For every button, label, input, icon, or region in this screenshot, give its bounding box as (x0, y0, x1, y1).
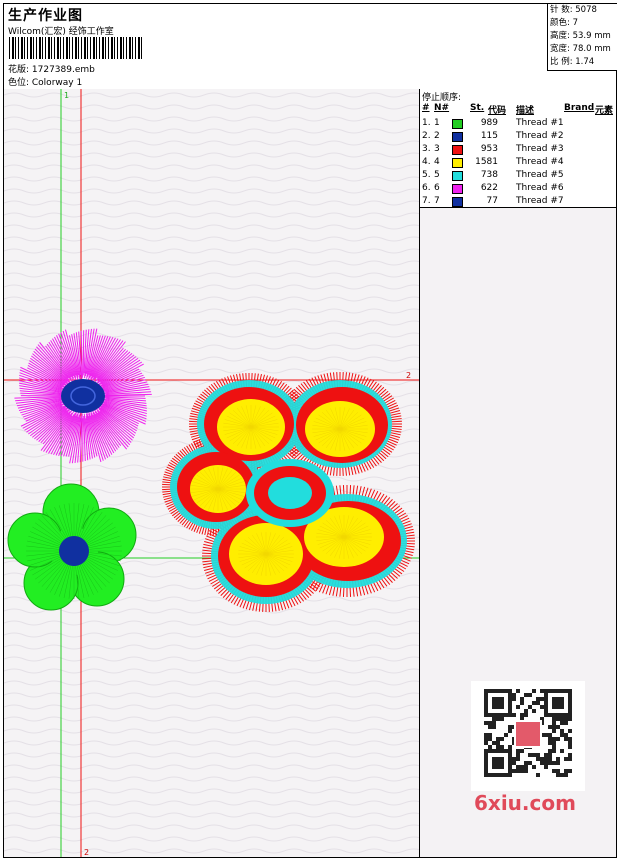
stop-number: 2 (434, 131, 440, 141)
thread-description: Thread #4 (516, 157, 564, 167)
marker-v1: 1 (64, 91, 69, 100)
col-n: N# (434, 103, 450, 113)
design-file: 花版: 1727389.emb (8, 65, 95, 75)
stop-row: 7. 7 77 Thread #7 (420, 195, 616, 208)
marker-h2: 2 (406, 371, 411, 380)
stop-number: 3 (434, 144, 440, 154)
col-code: 代码 (488, 106, 507, 116)
qr-code (471, 681, 585, 791)
thread-color-swatch (452, 145, 463, 155)
stop-row: 6. 6 622 Thread #6 (420, 182, 616, 195)
stat-height: 高度: 53.9 mm (550, 31, 611, 41)
marker-v2: 2 (84, 848, 89, 857)
thread-description: Thread #1 (516, 118, 564, 128)
watermark: 6xiu.com (474, 791, 576, 815)
stop-table-header: # N# St. 代码 描述 Brand 元素 (420, 103, 616, 116)
stop-row: 4. 4 1581 Thread #4 (420, 156, 616, 169)
sheet-header: 生产作业图 Wilcom(汇宏) 经饰工作室 花版: 1727389.emb 色… (4, 4, 617, 90)
stat-stitches: 针 数: 5078 (550, 5, 597, 15)
stop-index: 7. (422, 196, 431, 206)
production-sheet: 生产作业图 Wilcom(汇宏) 经饰工作室 花版: 1727389.emb 色… (3, 3, 617, 858)
sheet-title: 生产作业图 (8, 8, 83, 24)
col-st: St. (470, 103, 485, 113)
thread-code: 989 (480, 118, 498, 128)
col-hash: # (422, 103, 430, 113)
thread-color-swatch (452, 184, 463, 194)
col-brand: Brand (564, 103, 595, 113)
thread-color-swatch (452, 197, 463, 207)
thread-description: Thread #6 (516, 183, 564, 193)
large-flower-center (268, 477, 312, 509)
col-desc: 描述 (516, 106, 535, 116)
thread-code: 953 (480, 144, 498, 154)
thread-description: Thread #3 (516, 144, 564, 154)
thread-code: 622 (480, 183, 498, 193)
embroidery-preview: 1 2 2 (4, 89, 419, 857)
sunburst-center (61, 379, 105, 413)
thread-color-swatch (452, 171, 463, 181)
thread-code: 115 (480, 131, 498, 141)
thread-description: Thread #5 (516, 170, 564, 180)
thread-code: 77 (486, 196, 498, 206)
col-element: 元素 (595, 106, 614, 116)
thread-color-swatch (452, 158, 463, 168)
thread-code: 1581 (475, 157, 498, 167)
design-stats: 针 数: 5078 颜色: 7 高度: 53.9 mm 宽度: 78.0 mm … (547, 4, 617, 71)
stop-index: 5. (422, 170, 431, 180)
stop-row: 1. 1 989 Thread #1 (420, 117, 616, 130)
stop-row: 5. 5 738 Thread #5 (420, 169, 616, 182)
stop-index: 3. (422, 144, 431, 154)
stop-index: 1. (422, 118, 431, 128)
design-canvas: 1 2 2 (4, 89, 420, 857)
stat-scale: 比 例: 1.74 (550, 57, 595, 67)
colorway: 色位: Colorway 1 (8, 78, 83, 88)
stop-row: 3. 3 953 Thread #3 (420, 143, 616, 156)
stop-number: 7 (434, 196, 440, 206)
stop-index: 4. (422, 157, 431, 167)
stop-number: 6 (434, 183, 440, 193)
stat-colors: 颜色: 7 (550, 18, 578, 28)
stat-width: 宽度: 78.0 mm (550, 44, 611, 54)
stop-number: 1 (434, 118, 440, 128)
thread-color-swatch (452, 119, 463, 129)
green-flower-center (59, 536, 89, 566)
studio-name: Wilcom(汇宏) 经饰工作室 (8, 27, 114, 37)
stop-number: 5 (434, 170, 440, 180)
stop-sequence-title: 停止顺序: (422, 93, 462, 103)
stop-sequence-panel: 停止顺序: # N# St. 代码 描述 Brand 元素 1. 1 989 Thre… (420, 89, 616, 208)
barcode (9, 37, 144, 59)
thread-description: Thread #7 (516, 196, 564, 206)
thread-color-swatch (452, 132, 463, 142)
stop-index: 2. (422, 131, 431, 141)
thread-description: Thread #2 (516, 131, 564, 141)
stop-row: 2. 2 115 Thread #2 (420, 130, 616, 143)
stop-index: 6. (422, 183, 431, 193)
thread-code: 738 (480, 170, 498, 180)
stop-number: 4 (434, 157, 440, 167)
